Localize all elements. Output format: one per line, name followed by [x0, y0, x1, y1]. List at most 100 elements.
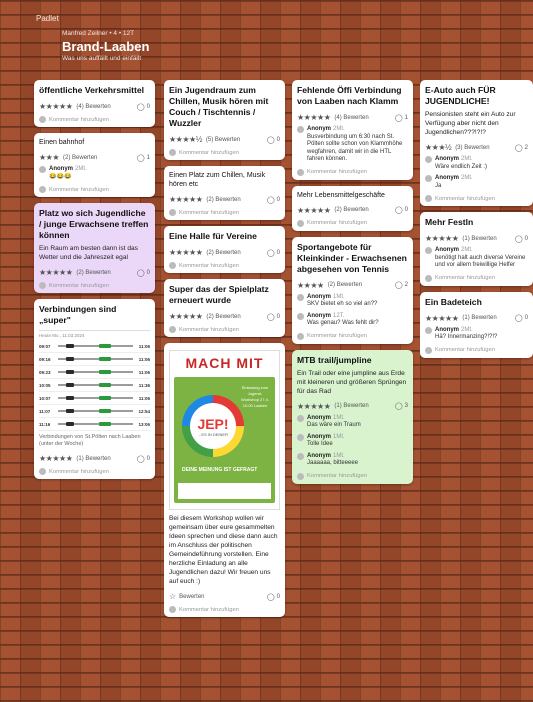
rating-label[interactable]: (2) Bewerten: [206, 314, 240, 320]
column-2: Ein Jugendraum zum Chillen, Musik hören …: [164, 80, 285, 623]
avatar-icon: [297, 126, 304, 133]
rating-label[interactable]: (2) Bewerten: [63, 155, 97, 161]
star-rating[interactable]: ★★★★★: [39, 268, 73, 277]
star-rating[interactable]: ★★★★★: [39, 454, 73, 463]
add-comment-button[interactable]: Kommentar hinzufügen: [297, 472, 408, 480]
route-bar: [58, 409, 133, 413]
rating-label[interactable]: (1) Bewerten: [76, 456, 110, 462]
rating-label[interactable]: (1) Bewerten: [462, 315, 496, 321]
add-comment-button[interactable]: Kommentar hinzufügen: [425, 195, 528, 202]
add-comment-button[interactable]: Kommentar hinzufügen: [169, 149, 280, 156]
star-rating[interactable]: ★★★★★: [39, 102, 73, 111]
add-comment-button[interactable]: Kommentar hinzufügen: [169, 326, 280, 333]
avatar-icon: [425, 326, 432, 334]
post-card[interactable]: Sportangebote für Kleinkinder - Erwachse…: [292, 236, 413, 344]
post-card[interactable]: Platz wo sich Jugendliche / junge Erwach…: [34, 203, 155, 293]
rating-label[interactable]: (1) Bewerten: [462, 236, 496, 242]
star-rating[interactable]: ★★★★: [297, 281, 324, 290]
avatar-icon: [425, 346, 432, 354]
star-rating[interactable]: ★★★★★: [297, 402, 331, 411]
timetable-row: 10:07 11:06: [39, 392, 150, 405]
add-comment-button[interactable]: Kommentar hinzufügen: [39, 468, 150, 475]
comment-count: ◯ 3: [394, 403, 408, 410]
rating-label[interactable]: (4) Bewerten: [334, 115, 368, 121]
star-rating[interactable]: ★★★★½: [169, 135, 202, 144]
star-rating[interactable]: ★★★★★: [169, 195, 203, 204]
comment-count: ◯ 0: [266, 593, 280, 601]
post-card[interactable]: MTB trail/jumpline Ein Trail oder eine j…: [292, 349, 413, 484]
rating-label[interactable]: (5) Bewerten: [206, 137, 240, 143]
comment-count: ◯ 0: [266, 196, 280, 204]
star-rating[interactable]: ★★★: [39, 153, 60, 162]
post-card[interactable]: Verbindungen sind „super" Heute Mo., 11.…: [34, 299, 155, 479]
comment: Anonym 2Mt. 😂😂😂: [39, 166, 150, 181]
post-card[interactable]: Einen bahnhof ★★★ (2) Bewerten ◯ 1 Anonym…: [34, 133, 155, 197]
post-title: E-Auto auch FÜR JUGENDLICHE!: [425, 85, 496, 106]
timetable-image: Heute Mo., 11.03.2024 09:07 11:06 09:16 11:…: [39, 330, 150, 431]
rating-label[interactable]: (1) Bewerten: [334, 403, 368, 409]
add-comment-button[interactable]: Kommentar hinzufügen: [425, 274, 528, 282]
workshop-poster-image[interactable]: MACH MIT JEP! ...ES IN DEINER Einladung …: [169, 350, 280, 510]
post-card[interactable]: Eine Halle für Vereine ★★★★★ (2) Bewerte…: [164, 226, 285, 273]
rating-label[interactable]: (3) Bewerten: [455, 145, 489, 151]
star-rating[interactable]: ★★★★★: [169, 312, 203, 321]
column-3: Fehlende Öffi Verbindung von Laaben nach…: [292, 80, 413, 490]
comment-bubble-icon: ◯: [266, 593, 275, 601]
post-card[interactable]: Mehr Festln ★★★★★ (1) Bewerten ◯ 0 Anonym…: [420, 212, 533, 286]
rating-row: ★★★★★ (4) Bewerten ◯ 1: [297, 113, 408, 122]
star-outline-icon[interactable]: ☆: [169, 592, 176, 601]
comment-bubble-icon: ◯: [136, 269, 145, 277]
post-card[interactable]: MACH MIT JEP! ...ES IN DEINER Einladung …: [164, 343, 285, 617]
comment-count: ◯ 0: [266, 313, 280, 321]
post-card[interactable]: Ein Badeteich ★★★★★ (1) Bewerten ◯ 0 Anon…: [420, 291, 533, 358]
star-rating[interactable]: ★★★★★: [297, 113, 331, 122]
timetable-row: 09:23 11:06: [39, 366, 150, 379]
avatar-icon: [425, 156, 432, 163]
star-rating[interactable]: ★★★½: [425, 143, 452, 152]
comment: Anonym 12T. Was genau? Was fehlt dir?: [297, 312, 408, 328]
add-comment-button[interactable]: Kommentar hinzufügen: [39, 116, 150, 123]
post-card[interactable]: E-Auto auch FÜR JUGENDLICHE! Pensioniste…: [420, 80, 533, 206]
rating-label[interactable]: (2) Bewerten: [76, 270, 110, 276]
add-comment-button[interactable]: Kommentar hinzufügen: [297, 219, 408, 227]
post-card[interactable]: Super das der Spielplatz erneuert wurde …: [164, 279, 285, 337]
add-comment-button[interactable]: Kommentar hinzufügen: [169, 606, 280, 613]
timetable-row: 11:07 12:54: [39, 405, 150, 418]
rating-row: ★★★★ (2) Bewerten ◯ 2: [297, 281, 408, 290]
add-comment-button[interactable]: Kommentar hinzufügen: [39, 186, 150, 193]
post-card[interactable]: Einen Platz zum Chillen, Musik hören etc…: [164, 166, 285, 220]
add-comment-button[interactable]: Kommentar hinzufügen: [39, 282, 150, 289]
rating-label[interactable]: (2) Bewerten: [206, 197, 240, 203]
rating-label[interactable]: (2) Bewerten: [328, 282, 362, 288]
rating-row: ★★★★★ (1) Bewerten ◯ 3: [297, 402, 408, 411]
star-rating[interactable]: ★★★★★: [169, 248, 203, 257]
post-card[interactable]: Ein Jugendraum zum Chillen, Musik hören …: [164, 80, 285, 160]
star-rating[interactable]: ★★★★★: [425, 234, 459, 243]
star-rating[interactable]: ★★★★★: [425, 314, 459, 323]
rating-label[interactable]: (2) Bewerten: [334, 207, 368, 213]
post-card[interactable]: Fehlende Öffi Verbindung von Laaben nach…: [292, 80, 413, 180]
add-comment-button[interactable]: Kommentar hinzufügen: [169, 209, 280, 216]
poster-sponsor-logos: [178, 483, 271, 499]
comment-count: ◯ 0: [266, 249, 280, 257]
add-comment-button[interactable]: Kommentar hinzufügen: [297, 332, 408, 340]
timetable-row: 09:07 11:06: [39, 340, 150, 353]
rating-label[interactable]: (2) Bewerten: [206, 250, 240, 256]
timetable-row: 10:05 11:36: [39, 379, 150, 392]
add-comment-button[interactable]: Kommentar hinzufügen: [297, 168, 408, 176]
comment-bubble-icon: ◯: [514, 144, 523, 152]
rating-row: ★★★★★ (2) Bewerten ◯ 0: [39, 268, 150, 277]
post-card[interactable]: öffentliche Verkehrsmittel ★★★★★ (4) Bew…: [34, 80, 155, 127]
route-bar: [58, 357, 133, 361]
post-card[interactable]: Mehr Lebensmittelgeschäfte ★★★★★ (2) Bew…: [292, 185, 413, 231]
post-title: Verbindungen sind „super": [39, 304, 117, 325]
app-name[interactable]: Padlet: [36, 14, 59, 23]
star-rating[interactable]: ★★★★★: [297, 206, 331, 215]
add-comment-button[interactable]: Kommentar hinzufügen: [425, 346, 528, 354]
post-title: Platz wo sich Jugendliche / junge Erwach…: [39, 208, 149, 240]
add-comment-button[interactable]: Kommentar hinzufügen: [169, 262, 280, 269]
comment: Anonym 1Mt. Das wäre ein Traum: [297, 414, 408, 430]
rating-label[interactable]: (4) Bewerten: [76, 104, 110, 110]
rating-label[interactable]: Bewerten: [179, 594, 204, 600]
comment: Anonym 2Mt. Hä? Innermanzing?!?!?: [425, 326, 528, 342]
